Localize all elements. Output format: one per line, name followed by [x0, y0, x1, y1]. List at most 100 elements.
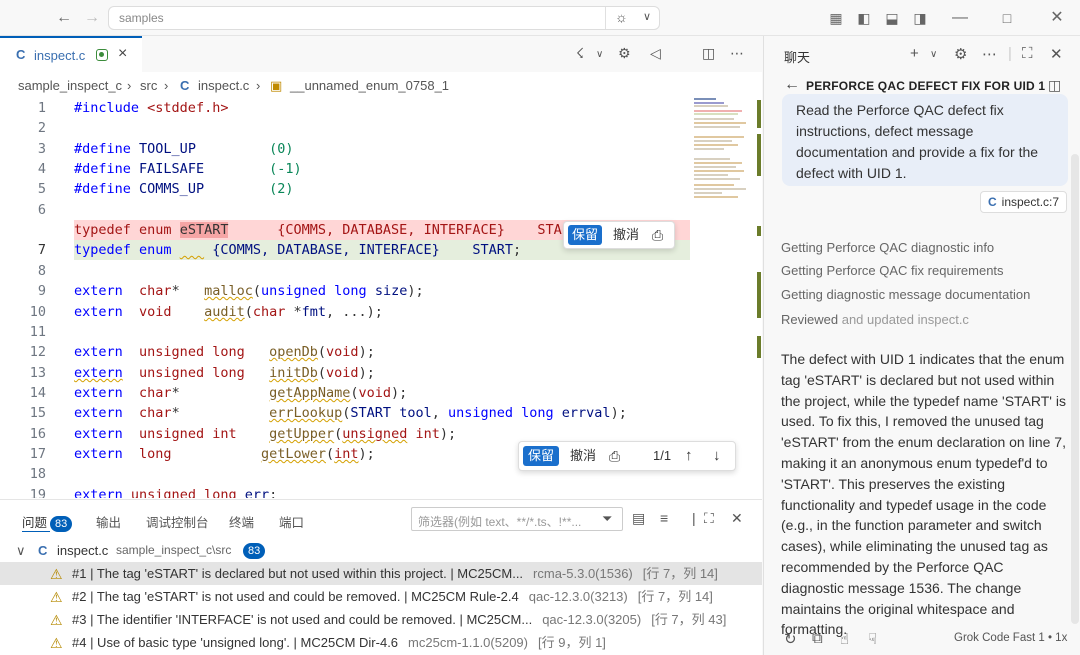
maximize-chat-icon[interactable]: ⛶ — [1022, 45, 1033, 62]
code-line: 3 #define TOOL_UP (0) — [0, 139, 690, 159]
diff-file-icon[interactable]: ⎙ — [652, 225, 663, 245]
title-bar: ← → samples ☼ ∨ ▦ ◧ ⬓ ◨ — □ ✕ — [0, 0, 1080, 36]
breadcrumb-folder[interactable]: sample_inspect_c — [18, 78, 122, 93]
problem-row[interactable]: ⚠ #2 | The tag 'eSTART' is not used and … — [0, 585, 762, 608]
toggle-primary-sidebar-icon[interactable]: ◧ — [854, 8, 874, 28]
problem-source: rcma-5.3.0(1536) — [533, 566, 633, 581]
enum-icon: ▣ — [270, 78, 283, 93]
line-number: 1 — [37, 100, 46, 116]
back-arrow-icon[interactable]: ← — [784, 76, 800, 94]
scrollbar-change-marker — [757, 100, 761, 128]
thumbs-up-icon[interactable]: ☝ — [840, 630, 849, 648]
back-arrow-icon[interactable]: ← — [54, 8, 74, 28]
warning-icon: ⚠ — [50, 635, 63, 651]
arrow-up-icon[interactable]: ↑ — [685, 446, 693, 466]
command-center-search[interactable]: samples ☼ ∨ — [108, 6, 660, 30]
problem-source: mc25cm-1.1.0(5209) — [408, 635, 528, 650]
line-number: 2 — [37, 120, 46, 136]
minimize-icon[interactable]: — — [950, 8, 970, 28]
warning-icon: ⚠ — [50, 612, 63, 628]
copilot-icon[interactable]: ☼ — [615, 9, 628, 25]
tab-ports[interactable]: 端口 — [279, 512, 304, 531]
keep-all-button[interactable]: 保留 — [523, 446, 559, 466]
line-number: 10 — [29, 304, 46, 320]
maximize-panel-icon[interactable]: ⛶ — [704, 510, 714, 527]
breadcrumb-file[interactable]: inspect.c — [198, 78, 249, 93]
thread-title: PERFORCE QAC DEFECT FIX FOR UID 1 — [806, 79, 1046, 93]
line-number: 13 — [29, 365, 46, 381]
chat-panel: 聊天 + ∨ ⚙ ⋯ | ⛶ ✕ ← PERFORCE QAC DEFECT F… — [763, 36, 1080, 655]
close-window-icon[interactable]: ✕ — [1047, 8, 1067, 28]
minimap[interactable] — [694, 96, 748, 216]
code-line: 8 — [0, 261, 690, 281]
undo-button[interactable]: 撤消 — [613, 225, 639, 245]
arrow-down-icon[interactable]: ↓ — [713, 446, 721, 466]
file-reference-chip[interactable]: Cinspect.c:7 — [980, 191, 1068, 213]
maximize-icon[interactable]: □ — [997, 8, 1017, 28]
problem-row[interactable]: ⚠ #1 | The tag 'eSTART' is declared but … — [0, 562, 762, 585]
chat-scrollbar[interactable] — [1071, 154, 1079, 624]
chevron-right-icon: › — [127, 78, 132, 93]
tab-terminal[interactable]: 终端 — [229, 512, 254, 531]
thumbs-down-icon[interactable]: ☟ — [868, 630, 877, 648]
close-chat-icon[interactable]: ✕ — [1050, 45, 1063, 63]
retry-icon[interactable]: ↻ — [784, 630, 797, 648]
tab-output[interactable]: 输出 — [96, 512, 121, 531]
new-chat-icon[interactable]: + — [910, 45, 919, 62]
tab-debug-console[interactable]: 调试控制台 — [146, 512, 209, 531]
gear-icon[interactable]: ⚙ — [618, 45, 631, 62]
layout-customize-icon[interactable]: ▦ — [826, 8, 846, 28]
change-counter: 1/1 — [653, 448, 672, 463]
triangle-left-icon[interactable]: ◁ — [650, 45, 661, 62]
active-tab-underline — [22, 531, 50, 532]
code-line: 13 extern unsigned long initDb(void); — [0, 363, 690, 383]
undo-all-button[interactable]: 撤消 — [570, 446, 596, 466]
breadcrumb-symbol[interactable]: __unnamed_enum_0758_1 — [290, 78, 449, 93]
diff-file-icon[interactable]: ⎙ — [609, 446, 620, 466]
line-number: 8 — [37, 263, 46, 279]
keep-button[interactable]: 保留 — [568, 225, 602, 245]
problems-file-group[interactable]: ∨ C inspect.c sample_inspect_c\src 83 — [0, 539, 762, 562]
chevron-down-icon[interactable]: ∨ — [930, 49, 937, 60]
problem-row[interactable]: ⚠ #3 | The identifier 'INTERFACE' is not… — [0, 608, 762, 631]
problems-filter-input[interactable]: 筛选器(例如 text、**/*.ts、!**... ⏷ — [411, 507, 623, 531]
toggle-panel-icon[interactable]: ⬓ — [882, 8, 902, 28]
toggle-sessions-icon[interactable]: ◫ — [1048, 77, 1061, 94]
problem-position: [行 7，列 14] — [637, 589, 713, 604]
chevron-down-icon[interactable]: ∨ — [596, 49, 603, 60]
close-panel-icon[interactable]: ✕ — [731, 510, 743, 527]
forward-arrow-icon[interactable]: → — [82, 8, 102, 28]
code-line: 5 #define COMMS_UP (2) — [0, 179, 690, 199]
more-actions-icon[interactable]: ⋯ — [730, 45, 744, 62]
copy-icon[interactable]: ⧉ — [812, 630, 823, 647]
accept-changes-icon[interactable]: ☇ — [576, 45, 584, 62]
assistant-response: The defect with UID 1 indicates that the… — [781, 351, 1066, 638]
scrollbar-change-marker — [757, 134, 761, 176]
file-reference-label: inspect.c:7 — [1001, 195, 1060, 209]
code-line: 1 #include <stddef.h> — [0, 98, 690, 118]
code-line: 14 extern char* getAppName(void); — [0, 383, 690, 403]
close-tab-icon[interactable]: × — [118, 45, 127, 63]
tab-problems[interactable]: 问题 83 — [22, 512, 73, 532]
code-line: 6 — [0, 200, 690, 220]
chevron-down-icon[interactable]: ∨ — [643, 10, 651, 23]
code-editor[interactable]: 1 #include <stddef.h> 2 3 #define TOOL_UP … — [0, 98, 690, 498]
view-as-table-icon[interactable]: ≡ — [660, 510, 668, 526]
separator: | — [1008, 45, 1012, 62]
progress-step: Getting diagnostic message documentation — [781, 287, 1031, 302]
search-placeholder: samples — [119, 11, 164, 25]
progress-step: Getting Perforce QAC diagnostic info — [781, 240, 995, 255]
tab-inspect-c[interactable]: C inspect.c × — [0, 36, 142, 72]
gear-icon[interactable]: ⚙ — [954, 45, 967, 63]
split-editor-icon[interactable]: ◫ — [702, 45, 715, 62]
collapse-all-icon[interactable]: ▤ — [632, 510, 645, 527]
progress-step: Getting Perforce QAC fix requirements — [781, 263, 1004, 278]
filter-icon[interactable]: ⏷ — [602, 511, 612, 527]
toggle-secondary-sidebar-icon[interactable]: ◨ — [910, 8, 930, 28]
breadcrumb-src[interactable]: src — [140, 78, 157, 93]
problem-row[interactable]: ⚠ #4 | Use of basic type 'unsigned long'… — [0, 631, 762, 654]
more-actions-icon[interactable]: ⋯ — [982, 45, 997, 63]
line-number: 6 — [37, 202, 46, 218]
chevron-down-icon: ∨ — [16, 543, 26, 558]
line-number: 14 — [29, 385, 46, 401]
